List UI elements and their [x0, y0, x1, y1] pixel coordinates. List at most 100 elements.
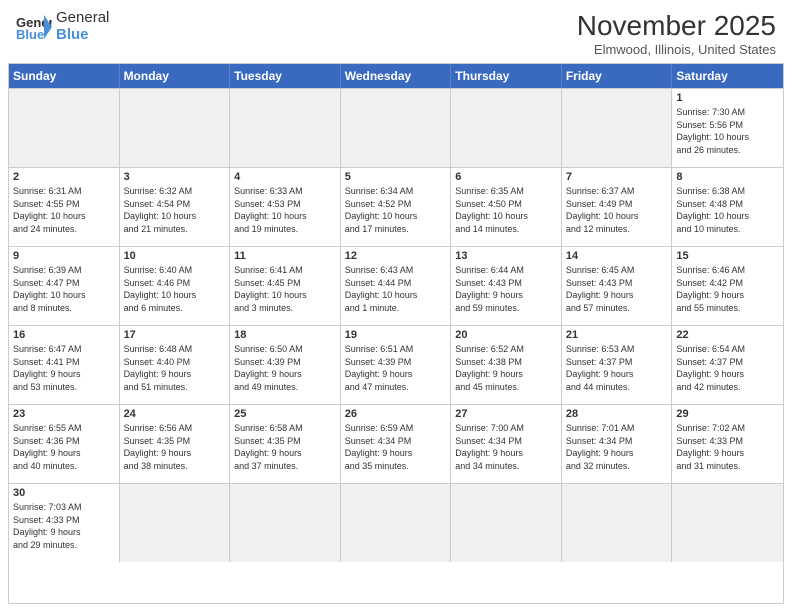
day-number: 26: [345, 408, 447, 420]
day-of-week-header: Monday: [120, 64, 231, 88]
calendar-week: 9 Sunrise: 6:39 AM Sunset: 4:47 PM Daylig…: [9, 246, 783, 325]
day-number: 22: [676, 329, 779, 341]
location: Elmwood, Illinois, United States: [577, 42, 776, 57]
calendar-cell: 8 Sunrise: 6:38 AM Sunset: 4:48 PM Daylig…: [672, 168, 783, 246]
calendar-cell: 28Sunrise: 7:01 AM Sunset: 4:34 PM Dayli…: [562, 405, 673, 483]
calendar-cell: 11 Sunrise: 6:41 AM Sunset: 4:45 PM Dayli…: [230, 247, 341, 325]
day-of-week-header: Saturday: [672, 64, 783, 88]
day-number: 8: [676, 171, 779, 183]
calendar-cell: 2Sunrise: 6:31 AM Sunset: 4:55 PM Daylig…: [9, 168, 120, 246]
day-info: Sunrise: 6:32 AM Sunset: 4:54 PM Dayligh…: [124, 185, 226, 235]
calendar-cell: 9 Sunrise: 6:39 AM Sunset: 4:47 PM Daylig…: [9, 247, 120, 325]
day-info: Sunrise: 6:50 AM Sunset: 4:39 PM Dayligh…: [234, 343, 336, 393]
day-number: 16: [13, 329, 115, 341]
day-info: Sunrise: 7:30 AM Sunset: 5:56 PM Dayligh…: [676, 106, 779, 156]
calendar-body: 1 Sunrise: 7:30 AM Sunset: 5:56 PM Daylig…: [9, 88, 783, 562]
day-info: Sunrise: 6:48 AM Sunset: 4:40 PM Dayligh…: [124, 343, 226, 393]
calendar: SundayMondayTuesdayWednesdayThursdayFrid…: [8, 63, 784, 604]
calendar-cell: 29 Sunrise: 7:02 AM Sunset: 4:33 PM Dayli…: [672, 405, 783, 483]
calendar-cell: 20 Sunrise: 6:52 AM Sunset: 4:38 PM Dayli…: [451, 326, 562, 404]
calendar-cell: 19Sunrise: 6:51 AM Sunset: 4:39 PM Dayli…: [341, 326, 452, 404]
calendar-cell: 27 Sunrise: 7:00 AM Sunset: 4:34 PM Dayli…: [451, 405, 562, 483]
calendar-cell: [562, 484, 673, 562]
day-info: Sunrise: 6:46 AM Sunset: 4:42 PM Dayligh…: [676, 264, 779, 314]
day-number: 23: [13, 408, 115, 420]
day-info: Sunrise: 6:55 AM Sunset: 4:36 PM Dayligh…: [13, 422, 115, 472]
day-of-week-header: Wednesday: [341, 64, 452, 88]
calendar-cell: [341, 89, 452, 167]
day-info: Sunrise: 7:00 AM Sunset: 4:34 PM Dayligh…: [455, 422, 557, 472]
day-info: Sunrise: 6:51 AM Sunset: 4:39 PM Dayligh…: [345, 343, 447, 393]
day-info: Sunrise: 6:56 AM Sunset: 4:35 PM Dayligh…: [124, 422, 226, 472]
calendar-cell: 14 Sunrise: 6:45 AM Sunset: 4:43 PM Dayli…: [562, 247, 673, 325]
day-number: 7: [566, 171, 668, 183]
day-info: Sunrise: 6:37 AM Sunset: 4:49 PM Dayligh…: [566, 185, 668, 235]
day-number: 5: [345, 171, 447, 183]
calendar-header: SundayMondayTuesdayWednesdayThursdayFrid…: [9, 64, 783, 88]
calendar-cell: 15Sunrise: 6:46 AM Sunset: 4:42 PM Dayli…: [672, 247, 783, 325]
calendar-cell: [120, 484, 231, 562]
day-number: 29: [676, 408, 779, 420]
calendar-cell: [672, 484, 783, 562]
day-number: 6: [455, 171, 557, 183]
title-block: November 2025 Elmwood, Illinois, United …: [577, 10, 776, 57]
calendar-cell: 12Sunrise: 6:43 AM Sunset: 4:44 PM Dayli…: [341, 247, 452, 325]
calendar-cell: 1 Sunrise: 7:30 AM Sunset: 5:56 PM Daylig…: [672, 89, 783, 167]
logo-blue: Blue: [56, 27, 109, 44]
day-info: Sunrise: 6:52 AM Sunset: 4:38 PM Dayligh…: [455, 343, 557, 393]
calendar-cell: 5 Sunrise: 6:34 AM Sunset: 4:52 PM Daylig…: [341, 168, 452, 246]
day-number: 20: [455, 329, 557, 341]
day-info: Sunrise: 6:34 AM Sunset: 4:52 PM Dayligh…: [345, 185, 447, 235]
calendar-cell: 18 Sunrise: 6:50 AM Sunset: 4:39 PM Dayli…: [230, 326, 341, 404]
day-number: 10: [124, 250, 226, 262]
day-info: Sunrise: 6:43 AM Sunset: 4:44 PM Dayligh…: [345, 264, 447, 314]
day-info: Sunrise: 6:41 AM Sunset: 4:45 PM Dayligh…: [234, 264, 336, 314]
day-info: Sunrise: 6:54 AM Sunset: 4:37 PM Dayligh…: [676, 343, 779, 393]
calendar-cell: [120, 89, 231, 167]
day-of-week-header: Tuesday: [230, 64, 341, 88]
logo: General Blue General Blue: [16, 10, 109, 43]
calendar-cell: 23 Sunrise: 6:55 AM Sunset: 4:36 PM Dayli…: [9, 405, 120, 483]
calendar-cell: [230, 484, 341, 562]
calendar-cell: 30 Sunrise: 7:03 AM Sunset: 4:33 PM Dayli…: [9, 484, 120, 562]
day-number: 21: [566, 329, 668, 341]
day-number: 3: [124, 171, 226, 183]
svg-text:Blue: Blue: [16, 27, 44, 41]
day-number: 11: [234, 250, 336, 262]
logo-icon: General Blue: [16, 13, 52, 41]
day-info: Sunrise: 6:35 AM Sunset: 4:50 PM Dayligh…: [455, 185, 557, 235]
day-number: 14: [566, 250, 668, 262]
day-number: 1: [676, 92, 779, 104]
calendar-cell: [230, 89, 341, 167]
calendar-cell: [451, 89, 562, 167]
day-info: Sunrise: 6:59 AM Sunset: 4:34 PM Dayligh…: [345, 422, 447, 472]
day-info: Sunrise: 6:39 AM Sunset: 4:47 PM Dayligh…: [13, 264, 115, 314]
day-number: 27: [455, 408, 557, 420]
day-info: Sunrise: 6:58 AM Sunset: 4:35 PM Dayligh…: [234, 422, 336, 472]
calendar-week: 23 Sunrise: 6:55 AM Sunset: 4:36 PM Dayli…: [9, 404, 783, 483]
calendar-cell: 26 Sunrise: 6:59 AM Sunset: 4:34 PM Dayli…: [341, 405, 452, 483]
calendar-cell: [9, 89, 120, 167]
header: General Blue General Blue November 2025 …: [0, 0, 792, 63]
day-number: 25: [234, 408, 336, 420]
day-info: Sunrise: 6:45 AM Sunset: 4:43 PM Dayligh…: [566, 264, 668, 314]
day-number: 24: [124, 408, 226, 420]
calendar-cell: [341, 484, 452, 562]
day-info: Sunrise: 7:03 AM Sunset: 4:33 PM Dayligh…: [13, 501, 115, 551]
day-of-week-header: Sunday: [9, 64, 120, 88]
page: General Blue General Blue November 2025 …: [0, 0, 792, 612]
day-info: Sunrise: 7:02 AM Sunset: 4:33 PM Dayligh…: [676, 422, 779, 472]
day-info: Sunrise: 6:31 AM Sunset: 4:55 PM Dayligh…: [13, 185, 115, 235]
day-number: 9: [13, 250, 115, 262]
day-info: Sunrise: 6:38 AM Sunset: 4:48 PM Dayligh…: [676, 185, 779, 235]
calendar-cell: 4Sunrise: 6:33 AM Sunset: 4:53 PM Daylig…: [230, 168, 341, 246]
calendar-cell: 7 Sunrise: 6:37 AM Sunset: 4:49 PM Daylig…: [562, 168, 673, 246]
day-number: 18: [234, 329, 336, 341]
calendar-cell: 21 Sunrise: 6:53 AM Sunset: 4:37 PM Dayli…: [562, 326, 673, 404]
calendar-cell: 24 Sunrise: 6:56 AM Sunset: 4:35 PM Dayli…: [120, 405, 231, 483]
day-info: Sunrise: 6:53 AM Sunset: 4:37 PM Dayligh…: [566, 343, 668, 393]
calendar-week: 30 Sunrise: 7:03 AM Sunset: 4:33 PM Dayli…: [9, 483, 783, 562]
day-number: 30: [13, 487, 115, 499]
calendar-cell: 17Sunrise: 6:48 AM Sunset: 4:40 PM Dayli…: [120, 326, 231, 404]
calendar-cell: 13Sunrise: 6:44 AM Sunset: 4:43 PM Dayli…: [451, 247, 562, 325]
